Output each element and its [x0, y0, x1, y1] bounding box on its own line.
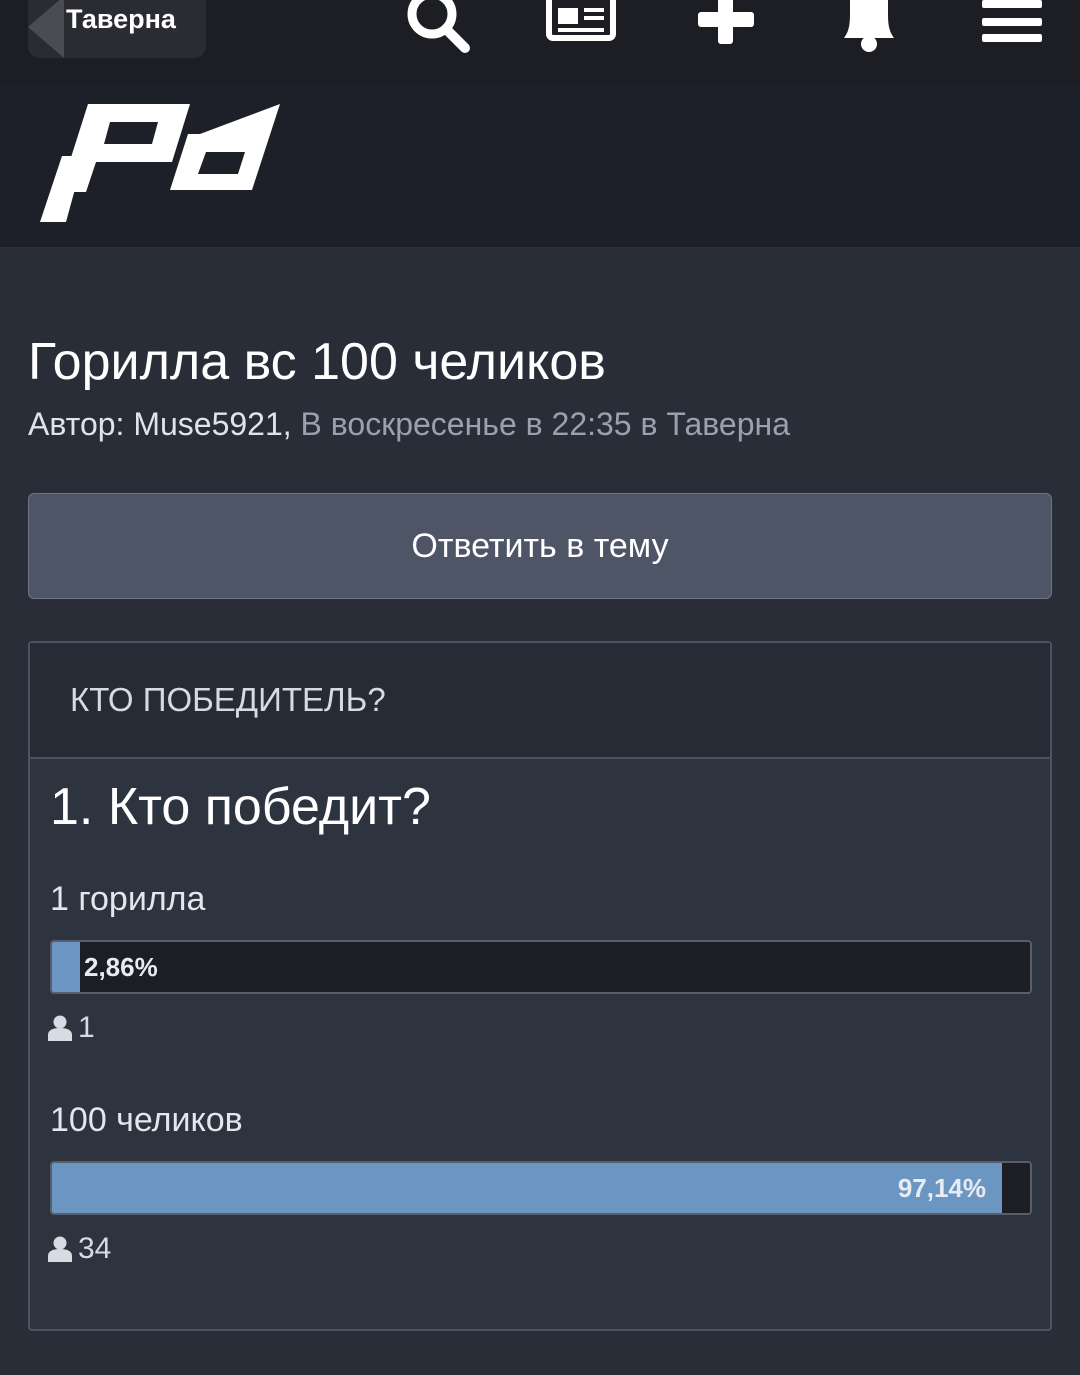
bell-icon[interactable] — [834, 0, 904, 56]
plus-icon[interactable] — [696, 0, 756, 48]
poll: КТО ПОБЕДИТЕЛЬ? 1. Кто победит? 1 горилл… — [28, 641, 1052, 1331]
post-date: В воскресенье в 22:35 в Таверна — [300, 406, 790, 442]
poll-vote-count: 34 — [78, 1232, 112, 1265]
poll-votes: 1 — [48, 1010, 95, 1046]
poll-option-label: 1 горилла — [50, 880, 206, 918]
user-icon — [48, 1236, 72, 1262]
site-logo[interactable] — [40, 104, 280, 224]
poll-question: 1. Кто победит? — [50, 778, 431, 836]
back-button-label[interactable]: Таверна — [66, 2, 176, 36]
topic-meta: Автор: Muse5921, В воскресенье в 22:35 в… — [28, 404, 790, 444]
poll-option-label: 100 челиков — [50, 1101, 243, 1139]
poll-bar: 2,86% — [50, 940, 1032, 994]
poll-percent: 2,86% — [84, 952, 158, 982]
poll-header: КТО ПОБЕДИТЕЛЬ? — [30, 643, 1050, 759]
topic-title: Горилла вс 100 челиков — [28, 333, 606, 391]
poll-bar: 97,14% — [50, 1161, 1032, 1215]
news-icon[interactable] — [546, 0, 616, 44]
poll-bar-fill — [52, 1163, 1003, 1213]
author-label: Автор: — [28, 406, 125, 442]
search-icon[interactable] — [402, 0, 472, 56]
menu-icon[interactable] — [980, 0, 1044, 46]
poll-vote-count: 1 — [78, 1011, 95, 1044]
poll-percent: 97,14% — [897, 1173, 986, 1203]
poll-votes: 34 — [48, 1231, 111, 1267]
user-icon — [48, 1015, 72, 1041]
poll-bar-fill — [52, 942, 80, 992]
author-link[interactable]: Muse5921, — [133, 406, 291, 442]
reply-button[interactable]: Ответить в тему — [28, 493, 1052, 599]
top-bar: Таверна — [0, 0, 1080, 84]
site-header — [0, 84, 1080, 248]
